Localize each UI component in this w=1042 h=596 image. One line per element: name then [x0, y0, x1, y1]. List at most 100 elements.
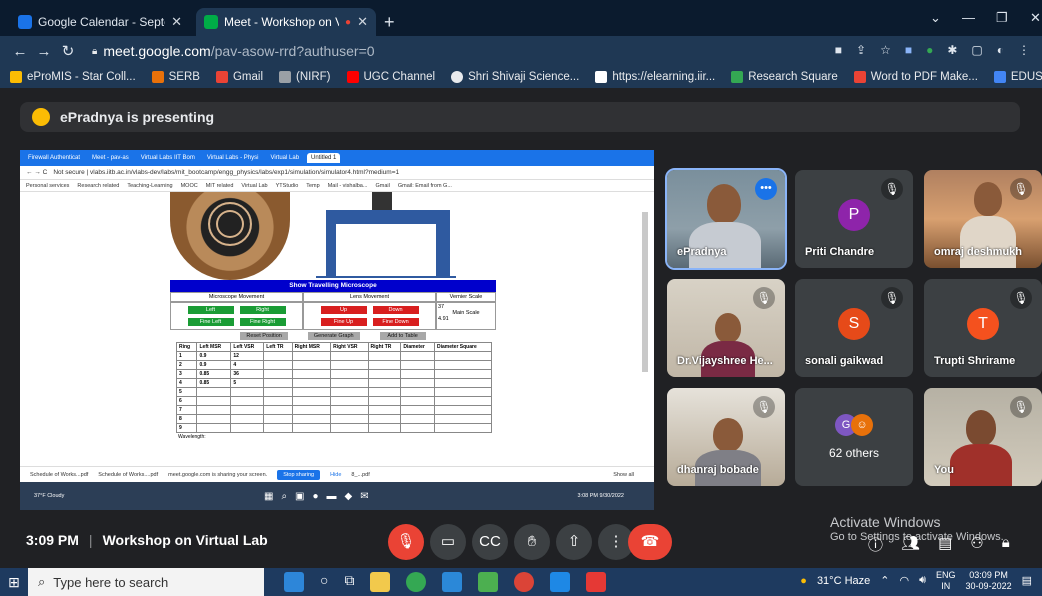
- network-icon[interactable]: ◠: [899, 574, 909, 587]
- bookmark[interactable]: https://elearning.iir...: [595, 71, 715, 83]
- show-all-button[interactable]: Show all: [613, 472, 634, 478]
- profile-icon[interactable]: ◐: [997, 43, 1004, 57]
- fine-up-button[interactable]: Fine Up: [320, 318, 367, 326]
- star-icon[interactable]: ☆: [880, 43, 891, 57]
- maximize-button[interactable]: ❐: [996, 10, 1008, 26]
- participant-name: Priti Chandre: [805, 246, 875, 258]
- minimize-button[interactable]: —: [962, 10, 975, 25]
- mic-off-button[interactable]: 🎙︎: [388, 524, 424, 560]
- bookmark[interactable]: eProMIS - Star Coll...: [10, 71, 136, 83]
- notification-icon[interactable]: ▤: [1022, 574, 1032, 587]
- bookmark[interactable]: Research Square: [731, 71, 838, 83]
- download-item[interactable]: Schedule of Works....pdf: [98, 472, 158, 478]
- task-view-icon[interactable]: ⧉: [344, 572, 354, 592]
- extension-icon[interactable]: ●: [926, 43, 933, 57]
- others-tile[interactable]: G ☺ 62 others: [795, 388, 913, 486]
- menu-icon[interactable]: ⋮: [1018, 43, 1030, 57]
- bookmark[interactable]: (NIRF): [279, 71, 331, 83]
- tab-meet[interactable]: Meet - Workshop on Virtual ● ✕: [196, 8, 376, 36]
- close-icon[interactable]: ✕: [171, 14, 182, 30]
- raise-hand-button[interactable]: ✋︎: [514, 524, 550, 560]
- chat-icon[interactable]: ▤: [938, 534, 952, 555]
- file-explorer-icon[interactable]: [370, 572, 391, 592]
- scrollbar[interactable]: [642, 212, 648, 372]
- generate-graph-button[interactable]: Generate Graph: [307, 332, 360, 340]
- window-icon[interactable]: ▢: [971, 43, 982, 57]
- app-icon[interactable]: [478, 572, 499, 592]
- table-cell: 6: [175, 396, 198, 406]
- activities-icon[interactable]: ⚇: [970, 534, 983, 555]
- participant-tile[interactable]: S 🎙︎ sonali gaikwad: [795, 279, 913, 377]
- people-icon[interactable]: 👥︎: [901, 534, 920, 555]
- volume-icon[interactable]: 🔊︎: [919, 574, 926, 587]
- fine-right-button[interactable]: Fine Right: [239, 318, 286, 326]
- present-button[interactable]: ⇧: [556, 524, 592, 560]
- bookmark[interactable]: Shri Shivaji Science...: [451, 71, 579, 83]
- camera-icon[interactable]: ■: [835, 43, 842, 57]
- stop-sharing-button[interactable]: Stop sharing: [277, 469, 321, 480]
- bookmark[interactable]: Gmail: [215, 71, 263, 83]
- puzzle-icon[interactable]: ✱: [947, 43, 957, 57]
- participant-tile[interactable]: ••• ePradnya: [665, 168, 787, 270]
- bookmark[interactable]: UGC Channel: [346, 71, 435, 83]
- cortana-icon[interactable]: ○: [320, 572, 328, 592]
- back-icon[interactable]: ←: [8, 43, 32, 60]
- participant-tile[interactable]: 🎙︎ dhanraj bobade: [667, 388, 785, 486]
- app-icon[interactable]: [550, 572, 571, 592]
- info-icon[interactable]: ⓘ: [868, 534, 883, 555]
- self-tile[interactable]: 🎙︎ You: [924, 388, 1042, 486]
- participant-tile[interactable]: 🎙︎ Dr.Vijayshree He...: [667, 279, 785, 377]
- chevron-up-icon[interactable]: ⌃: [880, 574, 889, 587]
- up-button[interactable]: Up: [320, 306, 367, 314]
- extension-icon[interactable]: ■: [905, 43, 912, 57]
- bookmark[interactable]: Word to PDF Make...: [853, 71, 978, 83]
- weather-text[interactable]: 31°C Haze: [817, 575, 870, 587]
- column-header: Left VSR: [230, 342, 265, 352]
- new-tab-button[interactable]: +: [384, 12, 395, 33]
- language-indicator[interactable]: ENG IN: [936, 570, 956, 592]
- column-header: Diameter: [400, 342, 435, 352]
- fine-left-button[interactable]: Fine Left: [187, 318, 234, 326]
- close-icon[interactable]: ✕: [357, 14, 368, 30]
- chrome-icon[interactable]: [514, 572, 535, 592]
- participant-tile[interactable]: P 🎙︎ Priti Chandre: [795, 170, 913, 268]
- right-button[interactable]: Right: [239, 306, 286, 314]
- windows-start-icon[interactable]: ⊞: [0, 574, 28, 591]
- participant-tile[interactable]: T 🎙︎ Trupti Shrirame: [924, 279, 1042, 377]
- participant-tile[interactable]: 🎙︎ omraj deshmukh: [924, 170, 1042, 268]
- close-window-button[interactable]: ✕: [1030, 10, 1041, 26]
- lock-icon[interactable]: 🔒︎: [1002, 534, 1010, 555]
- chrome-icon[interactable]: [406, 572, 427, 592]
- download-item[interactable]: 8_...pdf: [351, 472, 369, 478]
- reset-position-button[interactable]: Reset Position: [240, 332, 288, 340]
- address-bar[interactable]: 🔒︎ meet.google.com/pav-asow-rrd?authuser…: [92, 40, 812, 62]
- shared-url: Not secure | vlabs.iitb.ac.in/vlabs-dev/…: [53, 169, 400, 176]
- hide-button[interactable]: Hide: [330, 472, 341, 478]
- vernier-scale-label: Vernier Scale: [436, 292, 496, 302]
- bookmark[interactable]: SERB: [151, 71, 200, 83]
- left-button[interactable]: Left: [187, 306, 234, 314]
- news-widget-icon[interactable]: [284, 572, 304, 592]
- chevron-down-icon[interactable]: ⌄: [930, 10, 941, 26]
- add-to-table-button[interactable]: Add to Table: [379, 332, 426, 340]
- taskbar-clock[interactable]: 03:09 PM 30-09-2022: [966, 570, 1012, 592]
- meeting-info: 3:09 PM | Workshop on Virtual Lab: [26, 532, 268, 548]
- download-item[interactable]: Schedule of Works...pdf: [30, 472, 88, 478]
- pdf-icon[interactable]: [586, 572, 607, 592]
- captions-button[interactable]: CC: [472, 524, 508, 560]
- table-cell: 1: [175, 351, 198, 361]
- fine-down-button[interactable]: Fine Down: [372, 318, 419, 326]
- taskbar-search[interactable]: ⌕ Type here to search: [28, 568, 264, 596]
- bookmark-icon: [279, 71, 291, 83]
- bookmark[interactable]: EDUSAT News | Wel...: [993, 71, 1042, 83]
- more-options-icon[interactable]: •••: [755, 178, 777, 200]
- reload-icon[interactable]: ↻: [56, 42, 80, 60]
- share-icon[interactable]: ⇪: [856, 43, 866, 57]
- camera-button[interactable]: ▭: [430, 524, 466, 560]
- show-microscope-button[interactable]: Show Travelling Microscope: [170, 280, 496, 292]
- down-button[interactable]: Down: [372, 306, 419, 314]
- tab-google-calendar[interactable]: Google Calendar - September 20 ✕: [10, 8, 190, 36]
- leave-call-button[interactable]: ☎︎: [628, 524, 672, 560]
- forward-icon[interactable]: →: [32, 43, 56, 60]
- app-icon[interactable]: [442, 572, 463, 592]
